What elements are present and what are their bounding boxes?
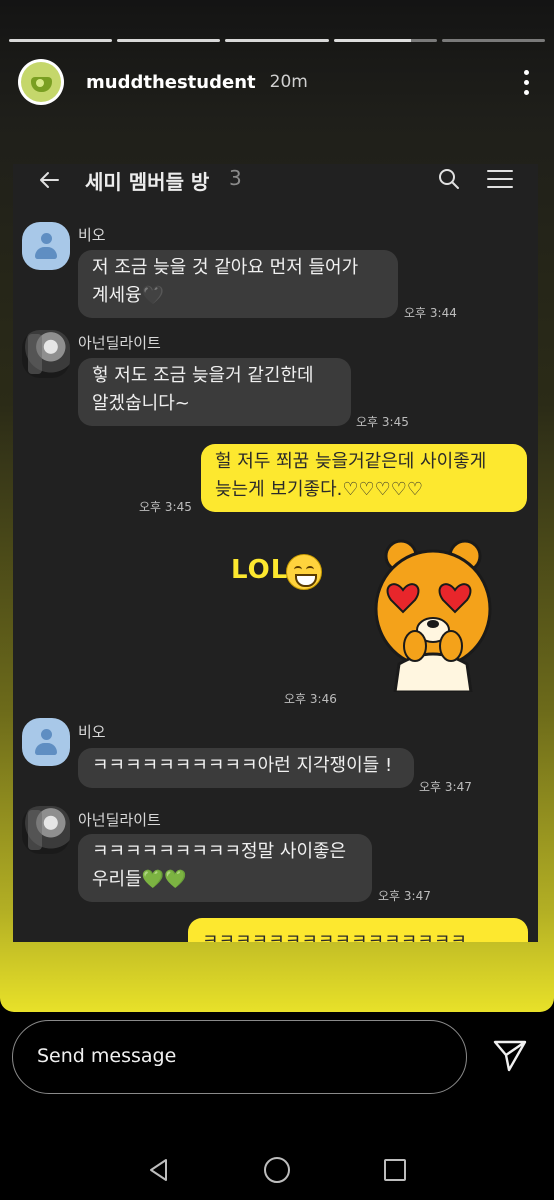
kebab-menu-icon[interactable] bbox=[516, 69, 536, 95]
message-bubble: ㅋㅋㅋㅋㅋㅋㅋㅋㅋㅋ아런 지각쟁이들 ! bbox=[78, 748, 414, 788]
chat-header: 세미 멤버들 방 3 bbox=[13, 164, 538, 194]
message-time: 오후 3:45 bbox=[356, 415, 409, 429]
back-arrow-icon bbox=[40, 172, 59, 188]
nav-back-icon[interactable] bbox=[146, 1157, 172, 1183]
profile-avatar bbox=[22, 222, 70, 270]
message-time: 오후 3:47 bbox=[419, 780, 472, 794]
username[interactable]: muddthestudent bbox=[86, 72, 256, 93]
lol-text: LOL bbox=[231, 555, 289, 585]
message-line: 헣 저도 조금 늦을거 같긴한데 bbox=[92, 365, 314, 386]
progress-segment bbox=[9, 39, 113, 42]
chat-screenshot: 세미 멤버들 방 3 비오 저 조금 늦을 것 같아요 먼저 들어가 계세융🖤 … bbox=[13, 164, 538, 942]
send-message-placeholder: Send message bbox=[37, 1045, 177, 1067]
message-line: ㅋㅋㅋㅋㅋㅋㅋㅋㅋ정말 사이좋은 bbox=[92, 841, 347, 862]
story-header: muddthestudent 20m bbox=[18, 57, 536, 107]
progress-segment-current bbox=[333, 39, 437, 42]
room-title: 세미 멤버들 방 bbox=[85, 170, 210, 194]
profile-avatar bbox=[22, 806, 70, 854]
progress-segment bbox=[117, 39, 221, 42]
nav-recents-icon[interactable] bbox=[384, 1159, 406, 1181]
message-line: 저 조금 늦을 것 같아요 먼저 들어가 bbox=[92, 257, 359, 278]
profile-avatar bbox=[22, 718, 70, 766]
message-line: 헐 저두 쬐꿈 늦을거같은데 사이좋게 bbox=[215, 451, 487, 472]
message-time: 오후 3:46 bbox=[284, 692, 337, 706]
profile-avatar bbox=[22, 330, 70, 378]
message-line: 알겠숩니다~ bbox=[92, 393, 190, 414]
sender-name: 비오 bbox=[78, 226, 106, 244]
story-time: 20m bbox=[269, 72, 308, 92]
message-time: 오후 3:45 bbox=[139, 500, 192, 514]
progress-segment bbox=[225, 39, 329, 42]
sender-name: 아넌딜라이트 bbox=[78, 811, 161, 829]
sender-name: 아넌딜라이트 bbox=[78, 334, 161, 352]
nav-home-icon[interactable] bbox=[264, 1157, 290, 1183]
message-bubble: 저 조금 늦을 것 같아요 먼저 들어가 계세융🖤 bbox=[78, 250, 398, 318]
send-message-input[interactable]: Send message bbox=[12, 1020, 467, 1094]
sender-name: 비오 bbox=[78, 723, 106, 741]
message-line: ㅋㅋㅋㅋㅋㅋㅋㅋㅋㅋㅋㅋㅋㅋㅋㅋ bbox=[202, 931, 467, 942]
story-card[interactable]: muddthestudent 20m 세미 멤버들 방 3 비오 저 조금 늦을… bbox=[0, 0, 554, 1012]
message-bubble: ㅋㅋㅋㅋㅋㅋㅋㅋㅋ정말 사이좋은 우리들💚💚 bbox=[78, 834, 372, 902]
message-time: 오후 3:44 bbox=[404, 306, 457, 320]
grinning-emoji-icon bbox=[286, 554, 322, 590]
avatar[interactable] bbox=[18, 59, 64, 105]
search-icon bbox=[439, 169, 459, 189]
send-icon[interactable] bbox=[492, 1037, 528, 1073]
member-count: 3 bbox=[229, 166, 242, 190]
message-line: ㅋㅋㅋㅋㅋㅋㅋㅋㅋㅋ아런 지각쟁이들 ! bbox=[92, 755, 393, 776]
message-line: 계세융🖤 bbox=[92, 285, 165, 306]
progress-segment bbox=[441, 39, 546, 42]
message-bubble: ㅋㅋㅋㅋㅋㅋㅋㅋㅋㅋㅋㅋㅋㅋㅋㅋ bbox=[188, 918, 528, 942]
hamburger-menu-icon bbox=[487, 170, 513, 188]
message-line: 늦는게 보기좋다.♡♡♡♡♡ bbox=[215, 479, 424, 500]
message-bubble: 헐 저두 쬐꿈 늦을거같은데 사이좋게 늦는게 보기좋다.♡♡♡♡♡ bbox=[201, 444, 527, 512]
message-time: 오후 3:47 bbox=[378, 889, 431, 903]
bear-heart-eyes-sticker bbox=[374, 539, 492, 692]
story-progress-bar bbox=[9, 39, 546, 42]
message-line: 우리들💚💚 bbox=[92, 869, 187, 890]
message-bubble: 헣 저도 조금 늦을거 같긴한데 알겠숩니다~ bbox=[78, 358, 351, 426]
